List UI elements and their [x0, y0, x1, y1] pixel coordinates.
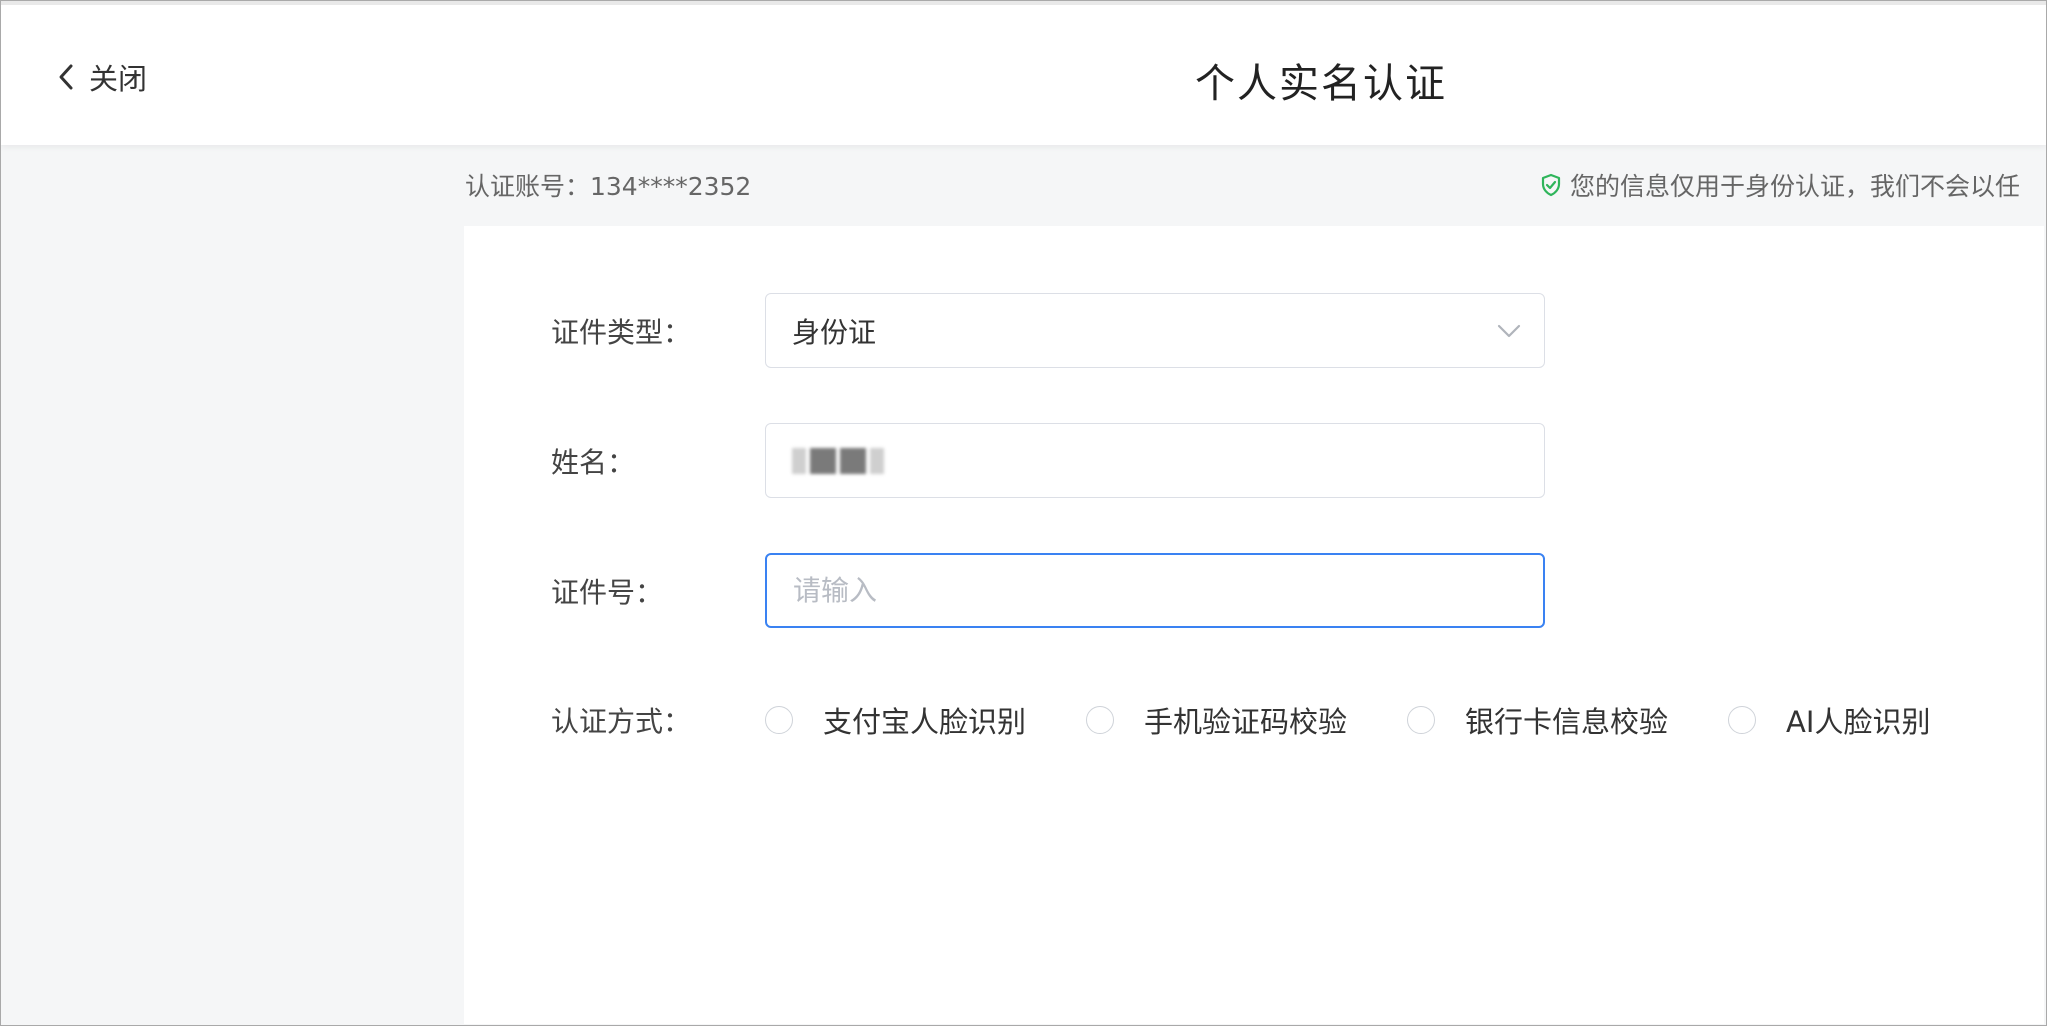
page-header: 关闭 个人实名认证 — [1, 1, 2046, 145]
privacy-note-text: 您的信息仅用于身份认证，我们不会以任 — [1570, 167, 2020, 203]
chevron-down-icon — [1496, 323, 1522, 339]
id-type-select[interactable]: 身份证 — [765, 293, 1545, 368]
method-option-bank-card[interactable]: 银行卡信息校验 — [1407, 699, 1668, 741]
method-option-label: 支付宝人脸识别 — [823, 699, 1026, 741]
method-radio-group: 支付宝人脸识别 手机验证码校验 银行卡信息校验 AI人脸识别 — [765, 699, 1930, 741]
id-type-label: 证件类型： — [551, 311, 765, 351]
radio-icon[interactable] — [1086, 706, 1114, 734]
method-option-label: 手机验证码校验 — [1144, 699, 1347, 741]
method-option-label: 银行卡信息校验 — [1465, 699, 1668, 741]
close-button[interactable]: 关闭 — [57, 57, 147, 97]
name-input[interactable] — [765, 423, 1545, 498]
name-label: 姓名： — [551, 441, 765, 481]
id-number-input[interactable] — [793, 574, 1517, 607]
method-option-ai-face[interactable]: AI人脸识别 — [1728, 699, 1930, 741]
radio-icon[interactable] — [1728, 706, 1756, 734]
id-type-value: 身份证 — [792, 311, 876, 351]
name-row: 姓名： — [551, 422, 1545, 499]
chevron-left-icon — [57, 62, 75, 92]
masked-name — [792, 448, 884, 474]
method-label: 认证方式： — [551, 700, 765, 740]
method-row: 认证方式： 支付宝人脸识别 手机验证码校验 银行卡信息校验 AI人脸识别 — [551, 681, 1930, 758]
method-option-label: AI人脸识别 — [1786, 699, 1930, 741]
shield-check-icon — [1540, 173, 1562, 197]
form-card: 证件类型： 身份证 姓名： 证件号： 认证方式： 支付宝人脸识别 — [464, 226, 2044, 1024]
method-option-alipay-face[interactable]: 支付宝人脸识别 — [765, 699, 1026, 741]
page-title: 个人实名认证 — [1061, 51, 1581, 109]
id-number-row: 证件号： — [551, 552, 1545, 629]
close-label: 关闭 — [89, 56, 147, 98]
id-number-field[interactable] — [765, 553, 1545, 628]
privacy-note: 您的信息仅用于身份认证，我们不会以任 — [1540, 167, 2040, 203]
account-info: 认证账号：134****2352 — [465, 167, 751, 203]
id-number-label: 证件号： — [551, 571, 765, 611]
radio-icon[interactable] — [765, 706, 793, 734]
id-type-row: 证件类型： 身份证 — [551, 292, 1545, 369]
method-option-sms-code[interactable]: 手机验证码校验 — [1086, 699, 1347, 741]
radio-icon[interactable] — [1407, 706, 1435, 734]
